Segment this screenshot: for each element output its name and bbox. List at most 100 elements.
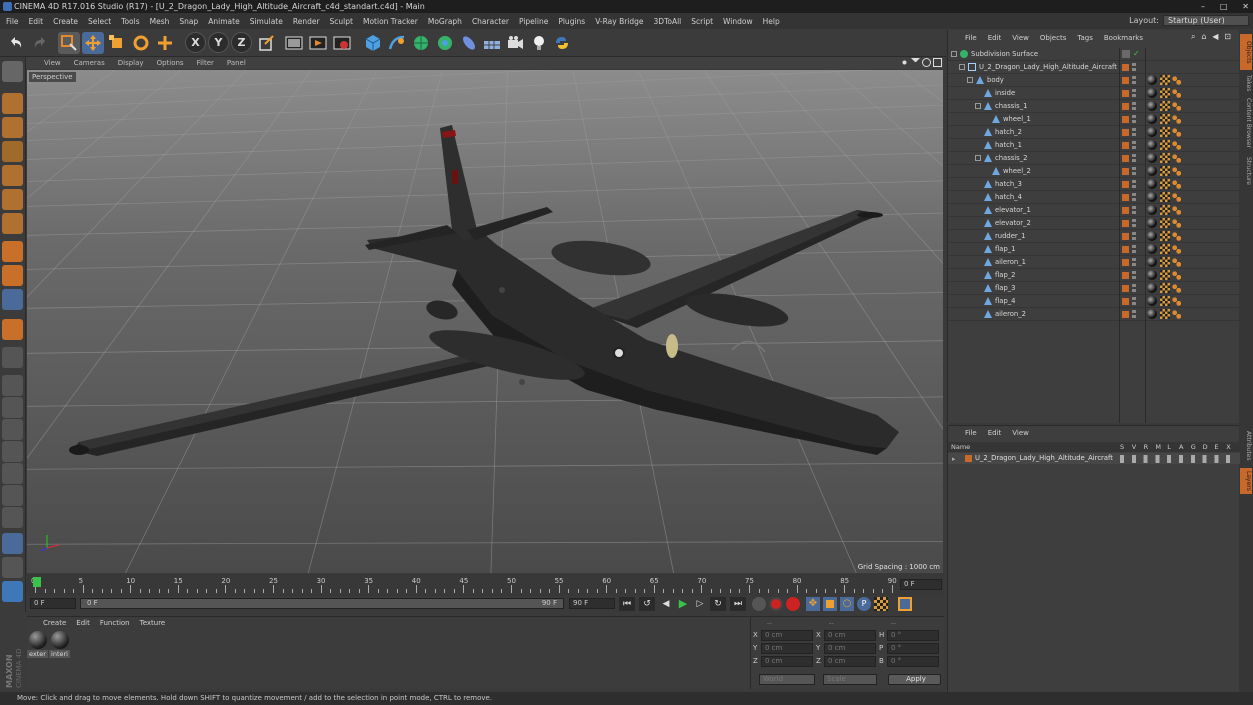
key-rotation-icon[interactable]: ○ xyxy=(840,597,854,611)
object-row[interactable]: hatch_4 xyxy=(948,191,1240,204)
object-row[interactable]: flap_1 xyxy=(948,243,1240,256)
tweak-mode-icon[interactable] xyxy=(2,265,23,286)
coordinate-mode-dropdown[interactable]: World xyxy=(759,674,815,685)
material-tag-icon[interactable] xyxy=(1147,166,1157,176)
expand-toggle-icon[interactable] xyxy=(975,155,981,161)
object-row[interactable]: U_2_Dragon_Lady_High_Altitude_Aircraft xyxy=(948,61,1240,74)
coordinate-value-field[interactable]: 0 ° xyxy=(887,643,939,654)
next-key-icon[interactable]: ↻ xyxy=(710,597,726,611)
subdivision-surface-icon[interactable] xyxy=(410,32,432,54)
polygons-mode-icon[interactable] xyxy=(2,213,23,234)
material-tag-icon[interactable] xyxy=(1147,192,1157,202)
layer-color-icon[interactable] xyxy=(1122,90,1129,97)
menu-animate[interactable]: Animate xyxy=(208,17,239,26)
layout-dropdown[interactable]: Startup (User) xyxy=(1163,15,1249,26)
bevel-icon[interactable] xyxy=(2,485,23,506)
key-parameter-icon[interactable]: P xyxy=(857,597,871,611)
coordinate-value-field[interactable]: 0 cm xyxy=(824,643,876,654)
array-generator-icon[interactable] xyxy=(434,32,456,54)
selection-tag-icon[interactable] xyxy=(1172,232,1181,241)
material-tag-icon[interactable] xyxy=(1147,296,1157,306)
undo-icon[interactable] xyxy=(5,32,27,54)
uvw-tag-icon[interactable] xyxy=(1160,205,1170,215)
play-icon[interactable]: ▶ xyxy=(676,597,690,611)
selection-tag-icon[interactable] xyxy=(1172,245,1181,254)
tab-attributes[interactable]: Attributes xyxy=(1240,428,1252,464)
object-row[interactable]: chassis_2 xyxy=(948,152,1240,165)
maximize-button[interactable]: □ xyxy=(1220,0,1228,13)
selection-tag-icon[interactable] xyxy=(1172,89,1181,98)
tab-structure[interactable]: Structure xyxy=(1240,154,1252,188)
menu-window[interactable]: Window xyxy=(723,17,753,26)
layer-color-icon[interactable] xyxy=(1122,311,1129,318)
uvw-tag-icon[interactable] xyxy=(1160,283,1170,293)
minimize-button[interactable]: – xyxy=(1201,0,1205,13)
object-row[interactable]: elevator_2 xyxy=(948,217,1240,230)
expand-toggle-icon[interactable] xyxy=(975,103,981,109)
visibility-dots-icon[interactable] xyxy=(1132,180,1136,188)
object-row[interactable]: hatch_3 xyxy=(948,178,1240,191)
selection-tag-icon[interactable] xyxy=(1172,206,1181,215)
uvw-tag-icon[interactable] xyxy=(1160,140,1170,150)
playhead[interactable] xyxy=(33,577,41,587)
coordinate-value-field[interactable]: 0 cm xyxy=(761,656,813,667)
visibility-dots-icon[interactable] xyxy=(1132,102,1136,110)
menu-render[interactable]: Render xyxy=(293,17,320,26)
layer-color-icon[interactable] xyxy=(1122,233,1129,240)
menu-plugins[interactable]: Plugins xyxy=(558,17,585,26)
uvw-tag-icon[interactable] xyxy=(1160,166,1170,176)
object-menu-file[interactable]: File xyxy=(965,34,977,42)
coordinate-value-field[interactable]: 0 ° xyxy=(887,656,939,667)
selection-tag-icon[interactable] xyxy=(1172,141,1181,150)
material-tag-icon[interactable] xyxy=(1147,218,1157,228)
layer-color-icon[interactable] xyxy=(1122,155,1129,162)
selection-tag-icon[interactable] xyxy=(1172,76,1181,85)
menu-mesh[interactable]: Mesh xyxy=(150,17,170,26)
layer-color-icon[interactable] xyxy=(1122,298,1129,305)
visibility-dots-icon[interactable] xyxy=(1132,154,1136,162)
apply-button[interactable]: Apply xyxy=(888,674,941,685)
visibility-dots-icon[interactable] xyxy=(1132,245,1136,253)
object-row[interactable]: hatch_1 xyxy=(948,139,1240,152)
menu-file[interactable]: File xyxy=(6,17,19,26)
object-menu-bookmarks[interactable]: Bookmarks xyxy=(1104,34,1143,42)
viewport-maximize-icon[interactable] xyxy=(933,58,942,67)
selection-tag-icon[interactable] xyxy=(1172,258,1181,267)
motion-record-icon[interactable] xyxy=(752,597,766,611)
grid-snap-icon[interactable] xyxy=(2,533,23,554)
go-to-end-icon[interactable]: ⏭ xyxy=(730,597,746,611)
uvw-tag-icon[interactable] xyxy=(1160,101,1170,111)
material-tag-icon[interactable] xyxy=(1147,231,1157,241)
tab-layers[interactable]: Layers xyxy=(1240,468,1252,494)
selection-tag-icon[interactable] xyxy=(1172,219,1181,228)
layer-color-icon[interactable] xyxy=(1122,116,1129,123)
previous-frame-icon[interactable]: ◀ xyxy=(659,597,673,611)
start-frame-field[interactable]: 0 F xyxy=(30,598,76,609)
python-icon[interactable] xyxy=(2,581,23,602)
expand-icon[interactable]: ⊡ xyxy=(1224,32,1231,42)
layer-color-icon[interactable] xyxy=(1122,129,1129,136)
layer-color-icon[interactable] xyxy=(1122,181,1129,188)
home-icon[interactable]: ⌂ xyxy=(1201,32,1206,42)
perspective-viewport[interactable]: Perspective Grid Spacing : 1000 cm xyxy=(27,70,943,573)
layer-color-icon[interactable] xyxy=(1122,285,1129,292)
points-mode-icon[interactable] xyxy=(2,165,23,186)
selection-tag-icon[interactable] xyxy=(1172,180,1181,189)
object-row[interactable]: chassis_1 xyxy=(948,100,1240,113)
menu-script[interactable]: Script xyxy=(691,17,713,26)
material-tag-icon[interactable] xyxy=(1147,309,1157,319)
previous-key-icon[interactable]: ↺ xyxy=(639,597,655,611)
material-tag-icon[interactable] xyxy=(1147,257,1157,267)
selection-tag-icon[interactable] xyxy=(1172,154,1181,163)
menu-3dtoall[interactable]: 3DToAll xyxy=(654,17,682,26)
generator-enabled-checkbox[interactable] xyxy=(1122,50,1130,58)
object-row[interactable]: hatch_2 xyxy=(948,126,1240,139)
key-position-icon[interactable]: ✥ xyxy=(806,597,820,611)
model-mode-icon[interactable] xyxy=(2,93,23,114)
viewport-menu-display[interactable]: Display xyxy=(118,59,144,67)
search-icon[interactable]: ⌕ xyxy=(1191,32,1195,42)
menu-snap[interactable]: Snap xyxy=(179,17,198,26)
menu-edit[interactable]: Edit xyxy=(29,17,44,26)
texture-mode-icon[interactable] xyxy=(2,117,23,138)
record-active-icon[interactable] xyxy=(769,597,783,611)
